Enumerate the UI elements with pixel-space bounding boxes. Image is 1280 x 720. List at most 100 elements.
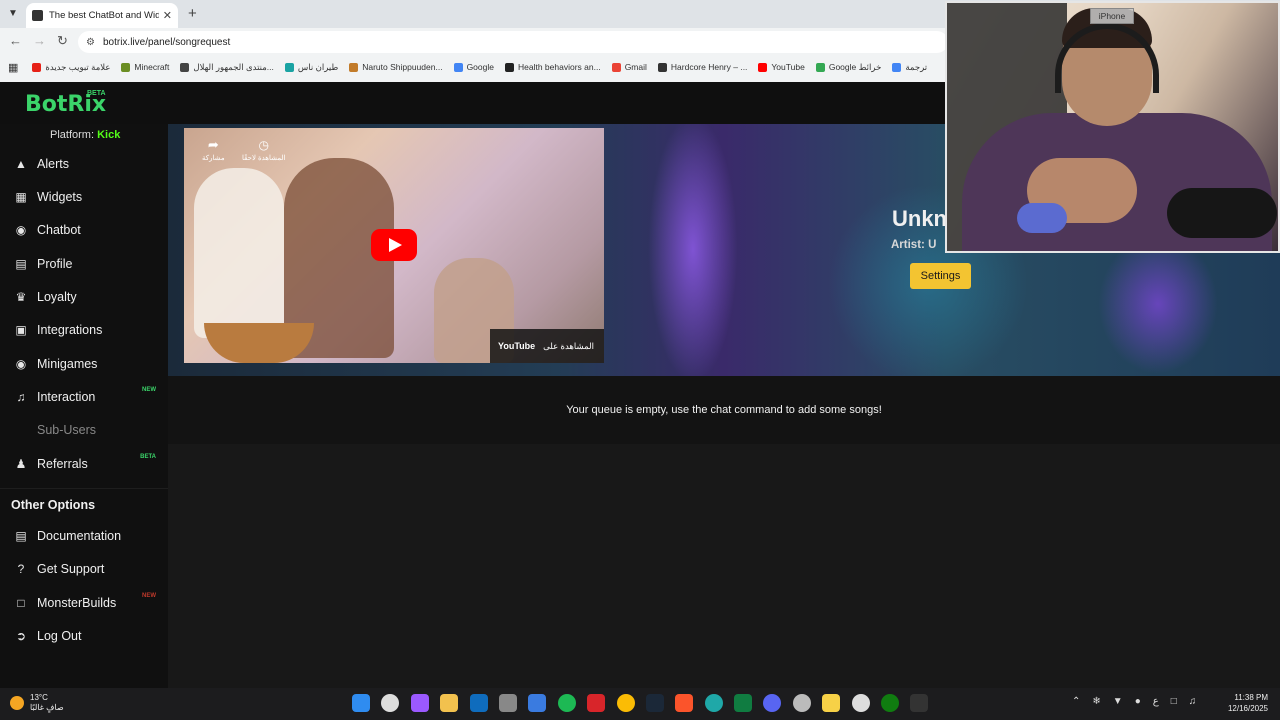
youtube-player[interactable]: ➦ مشاركة ◷ المشاهدة لاحقًا YouTube المشا… <box>184 128 604 363</box>
share-icon: ➦ <box>207 137 219 152</box>
beta-badge: BETA <box>140 454 156 460</box>
integration-icon: ▣ <box>15 323 27 337</box>
sidebar-item-label: Minigames <box>37 357 98 371</box>
sidebar-item-loyalty[interactable]: ♛ Loyalty <box>0 285 168 309</box>
sidebar-item-interaction[interactable]: ♫ Interaction NEW <box>0 385 168 409</box>
sidebar-item-label: Widgets <box>37 190 83 204</box>
weather-condition: صافٍ غالبًا <box>30 703 64 712</box>
reload-icon[interactable]: ↻ <box>57 33 68 49</box>
sidebar-item-get-support[interactable]: ? Get Support <box>0 557 168 581</box>
trophy-icon: ♛ <box>15 290 27 304</box>
bookmark-item[interactable]: ترجمة <box>892 62 927 73</box>
site-info-icon[interactable]: ⚙ <box>86 37 95 48</box>
input-language-indicator[interactable]: ع <box>1153 696 1159 707</box>
bookmark-icon <box>815 62 825 72</box>
tray-app-icon[interactable]: ▼ <box>1113 696 1123 707</box>
sidebar-item-monsterbuilds[interactable]: □ MonsterBuilds NEW <box>0 591 168 615</box>
bookmark-item[interactable]: Naruto Shippuuden... <box>349 62 443 72</box>
brave-icon[interactable] <box>675 694 694 712</box>
bookmark-item[interactable]: Google <box>453 62 494 72</box>
new-badge: NEW <box>142 593 156 599</box>
sidebar-item-sub-users[interactable]: Sub-Users <box>0 418 168 442</box>
discord-icon[interactable] <box>763 694 782 712</box>
clock-app-icon[interactable] <box>792 694 811 712</box>
bookmark-icon <box>32 62 42 72</box>
start-icon[interactable] <box>352 694 370 712</box>
url-text[interactable]: botrix.live/panel/songrequest <box>103 37 230 48</box>
sticky-notes-icon[interactable] <box>822 694 841 712</box>
steam-icon[interactable] <box>645 694 664 712</box>
webcam-controller <box>1167 188 1277 238</box>
sidebar-item-label: Sub-Users <box>37 423 97 437</box>
weather-widget[interactable]: 13°C صافٍ غالبًا <box>10 693 64 713</box>
outlook-icon[interactable] <box>469 694 488 712</box>
back-icon[interactable]: ← <box>9 33 22 48</box>
settings-button[interactable]: Settings <box>910 263 971 289</box>
sidebar-item-documentation[interactable]: ▤ Documentation <box>0 524 168 548</box>
sidebar-item-alerts[interactable]: ▲ Alerts <box>0 152 168 176</box>
new-tab-button[interactable]: + <box>188 5 197 22</box>
clock-time: 11:38 PM <box>1234 693 1268 702</box>
network-icon[interactable]: □ <box>1171 696 1177 707</box>
chrome-icon[interactable] <box>616 694 635 712</box>
id-card-icon: ▤ <box>15 257 27 271</box>
sidebar-item-chatbot[interactable]: ◉ Chatbot <box>0 218 168 242</box>
camera-icon[interactable] <box>851 694 870 712</box>
search-icon[interactable] <box>381 694 400 712</box>
sidebar-item-widgets[interactable]: ▦ Widgets <box>0 185 168 209</box>
grid-icon: ▦ <box>15 190 27 204</box>
forward-icon[interactable]: → <box>33 33 46 48</box>
store-icon[interactable] <box>528 694 547 712</box>
watch-later-button[interactable]: ◷ المشاهدة لاحقًا <box>242 136 285 162</box>
music-icon: ♫ <box>16 390 26 404</box>
temperature: 13°C <box>30 693 48 702</box>
edge-icon[interactable] <box>704 694 723 712</box>
taskbar-clock[interactable]: 11:38 PM 12/16/2025 <box>1218 692 1268 714</box>
bookmark-item[interactable]: Gmail <box>611 62 647 72</box>
sidebar-item-referrals[interactable]: ♟ Referrals BETA <box>0 452 168 476</box>
bookmark-icon <box>657 62 667 72</box>
bookmark-item[interactable]: طيران ناس <box>284 62 338 73</box>
bookmark-item[interactable]: منتدى الجمهور الهلال... <box>180 62 274 73</box>
tab-search-icon[interactable]: ▼ <box>4 5 22 23</box>
bookmark-item[interactable]: YouTube <box>758 62 805 72</box>
watch-on-youtube-button[interactable]: YouTube المشاهدة على <box>490 329 604 363</box>
tray-app-icon[interactable]: ❄ <box>1092 696 1100 707</box>
sidebar-item-log-out[interactable]: ➲ Log Out <box>0 624 168 648</box>
question-icon: ? <box>17 562 25 576</box>
youtube-logo: YouTube <box>498 341 536 351</box>
bookmark-item[interactable]: علامة تبويب جديدة <box>32 62 110 73</box>
chevron-up-icon[interactable]: ⌃ <box>1072 696 1080 707</box>
sidebar: Platform: Kick ▲ Alerts ▦ Widgets ◉ Chat… <box>0 124 168 688</box>
share-button[interactable]: ➦ مشاركة <box>202 136 225 162</box>
webcam-mouse <box>1017 203 1067 233</box>
sidebar-item-integrations[interactable]: ▣ Integrations <box>0 318 168 342</box>
bookmark-item[interactable]: Google خرائط <box>815 62 881 73</box>
address-bar[interactable]: ⚙ botrix.live/panel/songrequest <box>78 31 948 53</box>
settings-icon[interactable] <box>498 694 517 712</box>
browser-tab[interactable]: The best ChatBot and Widgets ✕ <box>26 3 178 28</box>
bookmark-item[interactable]: Health behaviors an... <box>504 62 601 72</box>
bookmark-item[interactable]: Minecraft <box>121 62 169 72</box>
excel-icon[interactable] <box>734 694 753 712</box>
xbox-icon[interactable] <box>881 694 900 712</box>
volume-icon[interactable]: ♫ <box>1189 696 1197 707</box>
windows-taskbar: 13°C صافٍ غالبًا ⌃ ❄ ▼ ● ع □ ♫ 11:38 PM <box>0 688 1280 720</box>
app-red-icon[interactable] <box>587 694 606 712</box>
sidebar-item-minigames[interactable]: ◉ Minigames <box>0 352 168 376</box>
play-button[interactable] <box>371 229 417 261</box>
logout-icon: ➲ <box>15 629 27 643</box>
copilot-icon[interactable] <box>410 694 429 712</box>
bookmark-item[interactable]: Hardcore Henry – ... <box>657 62 747 72</box>
obs-icon[interactable] <box>910 694 929 712</box>
file-explorer-icon[interactable] <box>440 694 459 712</box>
sidebar-item-profile[interactable]: ▤ Profile <box>0 252 168 276</box>
song-title: Unkn <box>892 206 947 231</box>
tab-title: The best ChatBot and Widgets <box>48 10 159 21</box>
platform-value: Kick <box>97 129 121 141</box>
microphone-icon[interactable]: ● <box>1135 696 1141 707</box>
tab-close-icon[interactable]: ✕ <box>163 9 172 22</box>
video-frame-figure <box>194 168 284 338</box>
spotify-icon[interactable] <box>557 694 576 712</box>
apps-icon[interactable]: ▦ <box>8 61 18 74</box>
